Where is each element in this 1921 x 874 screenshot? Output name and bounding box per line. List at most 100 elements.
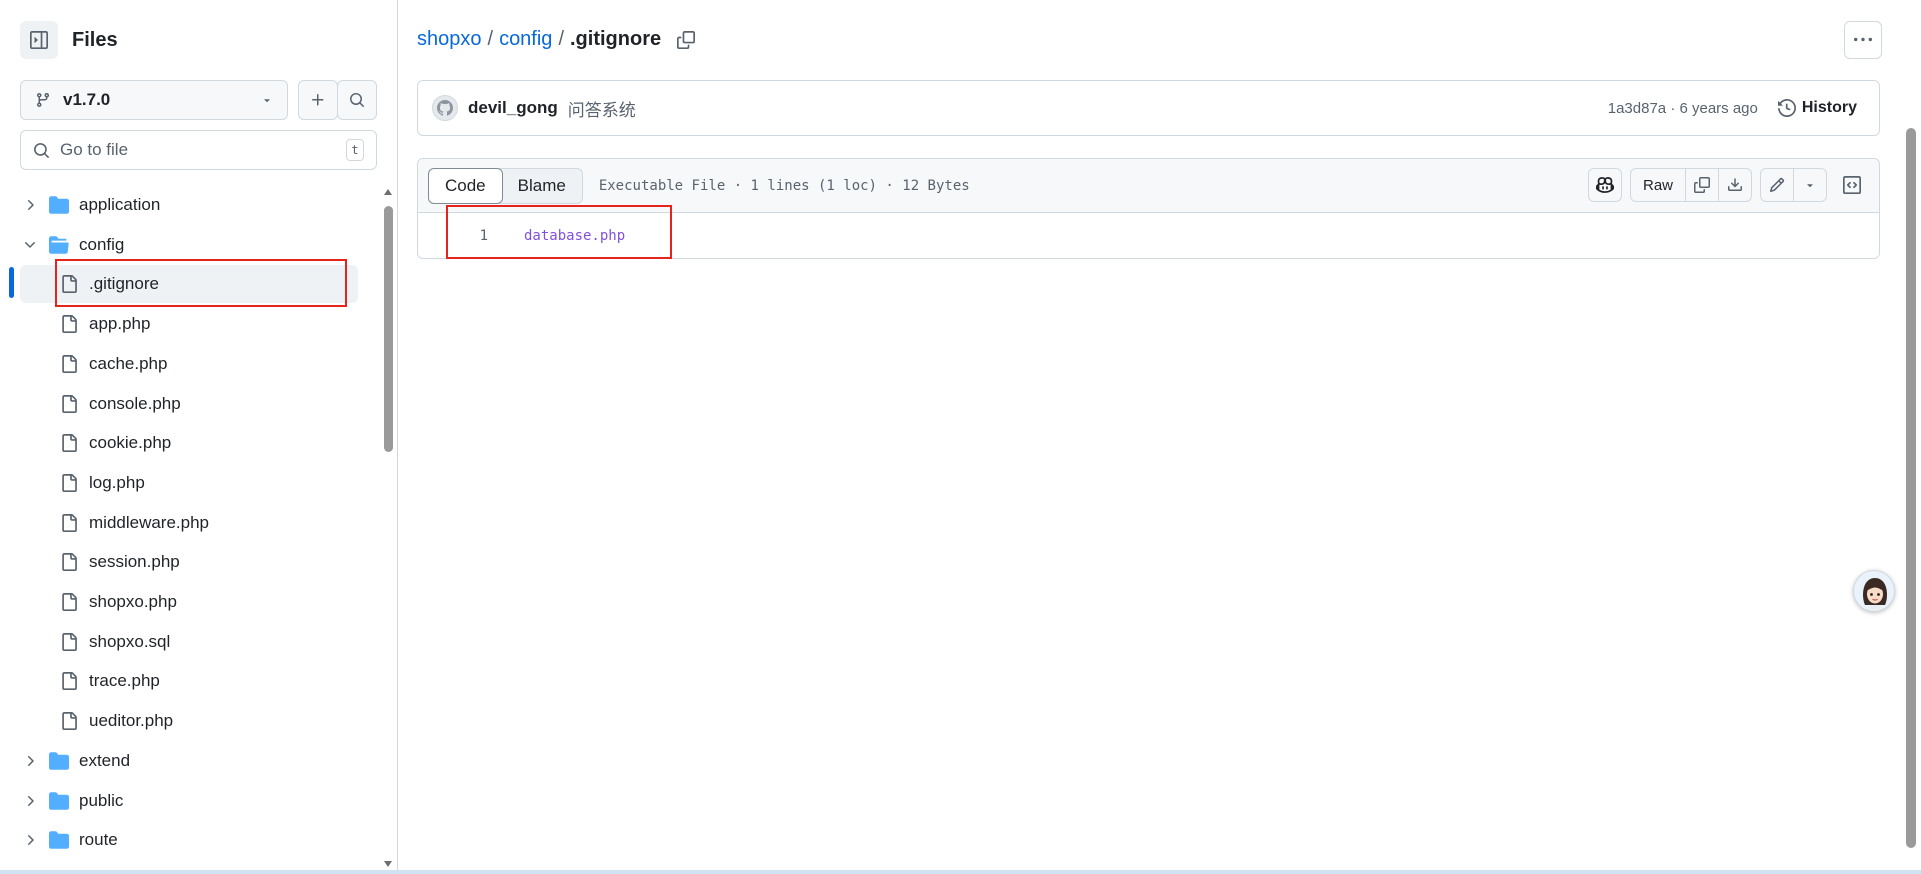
breadcrumb: shopxo / config / .gitignore: [417, 28, 696, 51]
tree-folder-item[interactable]: application: [0, 186, 360, 224]
search-icon: [34, 142, 49, 158]
tab-code[interactable]: Code: [428, 167, 503, 204]
file-icon: [62, 593, 77, 611]
copy-icon: [677, 30, 696, 49]
tree-folder-item[interactable]: extend: [0, 742, 360, 780]
tree-folder-item[interactable]: route: [0, 821, 360, 859]
file-icon: [62, 712, 77, 731]
assistant-avatar[interactable]: [1853, 570, 1895, 612]
tree-item-label: config: [79, 234, 125, 254]
tree-folder-item[interactable]: public: [0, 782, 360, 820]
copilot-icon: [1595, 177, 1614, 193]
chevron-right-icon[interactable]: [22, 793, 38, 809]
tree-item-label: session.php: [89, 552, 180, 572]
git-branch-icon: [36, 93, 49, 108]
file-icon: [62, 275, 77, 294]
collapse-sidebar-button[interactable]: [20, 21, 58, 59]
tree-file-item[interactable]: cookie.php: [0, 424, 360, 462]
tree-item-label: log.php: [89, 472, 145, 492]
github-mark-icon: [437, 100, 453, 116]
caret-down-icon: [1807, 184, 1813, 188]
edit-file-button[interactable]: [1760, 168, 1794, 202]
history-label: History: [1801, 99, 1857, 116]
tree-item-label: cookie.php: [89, 433, 172, 453]
copy-raw-button[interactable]: [1685, 168, 1719, 202]
branch-selector[interactable]: v1.7.0: [20, 80, 288, 120]
page-scroll-thumb[interactable]: [1906, 128, 1916, 848]
tree-item-label: .gitignore: [89, 274, 159, 294]
file-icon: [62, 672, 77, 691]
chevron-down-icon[interactable]: [22, 237, 38, 253]
line-number[interactable]: 1: [418, 228, 488, 244]
download-raw-button[interactable]: [1718, 168, 1752, 202]
plus-icon: [312, 94, 324, 106]
folder-icon: [49, 791, 69, 810]
tree-item-label: route: [79, 830, 118, 850]
code-square-icon: [1843, 176, 1861, 194]
latest-commit-box: devil_gong 问答系统 1a3d87a · 6 years ago Hi…: [417, 80, 1880, 136]
edit-group: [1760, 168, 1827, 202]
breadcrumb-current-file: .gitignore: [570, 28, 662, 50]
chevron-right-icon[interactable]: [22, 832, 38, 848]
chevron-right-icon[interactable]: [22, 197, 38, 213]
breadcrumb-repo-link[interactable]: shopxo: [417, 28, 482, 51]
copy-path-button[interactable]: [677, 30, 696, 49]
edit-options-dropdown[interactable]: [1793, 168, 1827, 202]
breadcrumb-folder-link[interactable]: config: [499, 28, 552, 51]
more-options-button[interactable]: [1844, 21, 1882, 59]
tree-item-label: shopxo.php: [89, 592, 177, 611]
tree-folder-item[interactable]: config: [0, 226, 360, 264]
raw-button[interactable]: Raw: [1629, 168, 1686, 202]
copilot-button[interactable]: [1587, 168, 1622, 202]
history-button[interactable]: History: [1770, 91, 1865, 125]
tree-item-label: shopxo.sql: [89, 631, 171, 651]
go-to-file-input[interactable]: [60, 140, 346, 160]
go-to-file-field[interactable]: t: [20, 130, 377, 170]
bottom-edge: [0, 870, 1921, 874]
tree-file-item[interactable]: console.php: [0, 385, 360, 423]
file-icon: [62, 513, 77, 532]
tab-blame[interactable]: Blame: [502, 169, 582, 203]
tree-item-label: application: [79, 195, 161, 214]
tree-item-label: ueditor.php: [89, 711, 174, 731]
sidebar-scroll-thumb[interactable]: [384, 206, 393, 452]
search-code-button[interactable]: [337, 80, 377, 120]
author-avatar[interactable]: [432, 95, 458, 121]
file-tree-sidebar: Files v1.7.0 t application config .gitigno…: [0, 0, 398, 874]
tree-item-label: trace.php: [89, 671, 160, 691]
tree-file-item[interactable]: ueditor.php: [0, 702, 360, 740]
file-toolbar: Raw: [1587, 168, 1869, 202]
tree-item-label: extend: [79, 750, 131, 770]
breadcrumb-separator: /: [558, 28, 564, 50]
file-icon: [62, 632, 77, 651]
tree-file-item[interactable]: trace.php: [0, 662, 360, 700]
tree-file-item[interactable]: middleware.php: [0, 504, 360, 542]
code-line: 1 database.php: [418, 213, 1879, 259]
file-icon: [62, 315, 77, 334]
symbols-panel-button[interactable]: [1835, 168, 1869, 202]
commit-author[interactable]: devil_gong: [468, 98, 558, 118]
tree-file-item[interactable]: cache.php: [0, 345, 360, 383]
line-content: database.php: [524, 228, 626, 244]
tree-file-item[interactable]: log.php: [0, 464, 360, 502]
branch-name: v1.7.0: [63, 90, 111, 109]
tree-file-item[interactable]: app.php: [0, 305, 360, 343]
assistant-face-icon: [1863, 578, 1887, 611]
scroll-up-arrow-icon[interactable]: [383, 188, 393, 196]
folder-icon: [49, 831, 69, 849]
kebab-horizontal-icon: [1854, 37, 1872, 42]
copy-icon: [1694, 177, 1710, 193]
add-file-button[interactable]: [298, 80, 338, 120]
commit-message[interactable]: 问答系统: [568, 96, 636, 121]
tree-file-item[interactable]: .gitignore: [20, 265, 358, 304]
breadcrumb-separator: /: [487, 28, 494, 50]
tree-file-item[interactable]: session.php: [0, 543, 360, 581]
tree-file-item[interactable]: shopxo.php: [0, 583, 360, 621]
tree-file-item[interactable]: shopxo.sql: [0, 623, 360, 661]
download-icon: [1728, 178, 1742, 191]
scroll-down-arrow-icon[interactable]: [383, 860, 393, 868]
file-icon: [62, 434, 77, 453]
commit-sha-age[interactable]: 1a3d87a · 6 years ago: [1608, 100, 1758, 117]
chevron-right-icon[interactable]: [22, 753, 38, 769]
sidebar-title: Files: [72, 28, 118, 51]
